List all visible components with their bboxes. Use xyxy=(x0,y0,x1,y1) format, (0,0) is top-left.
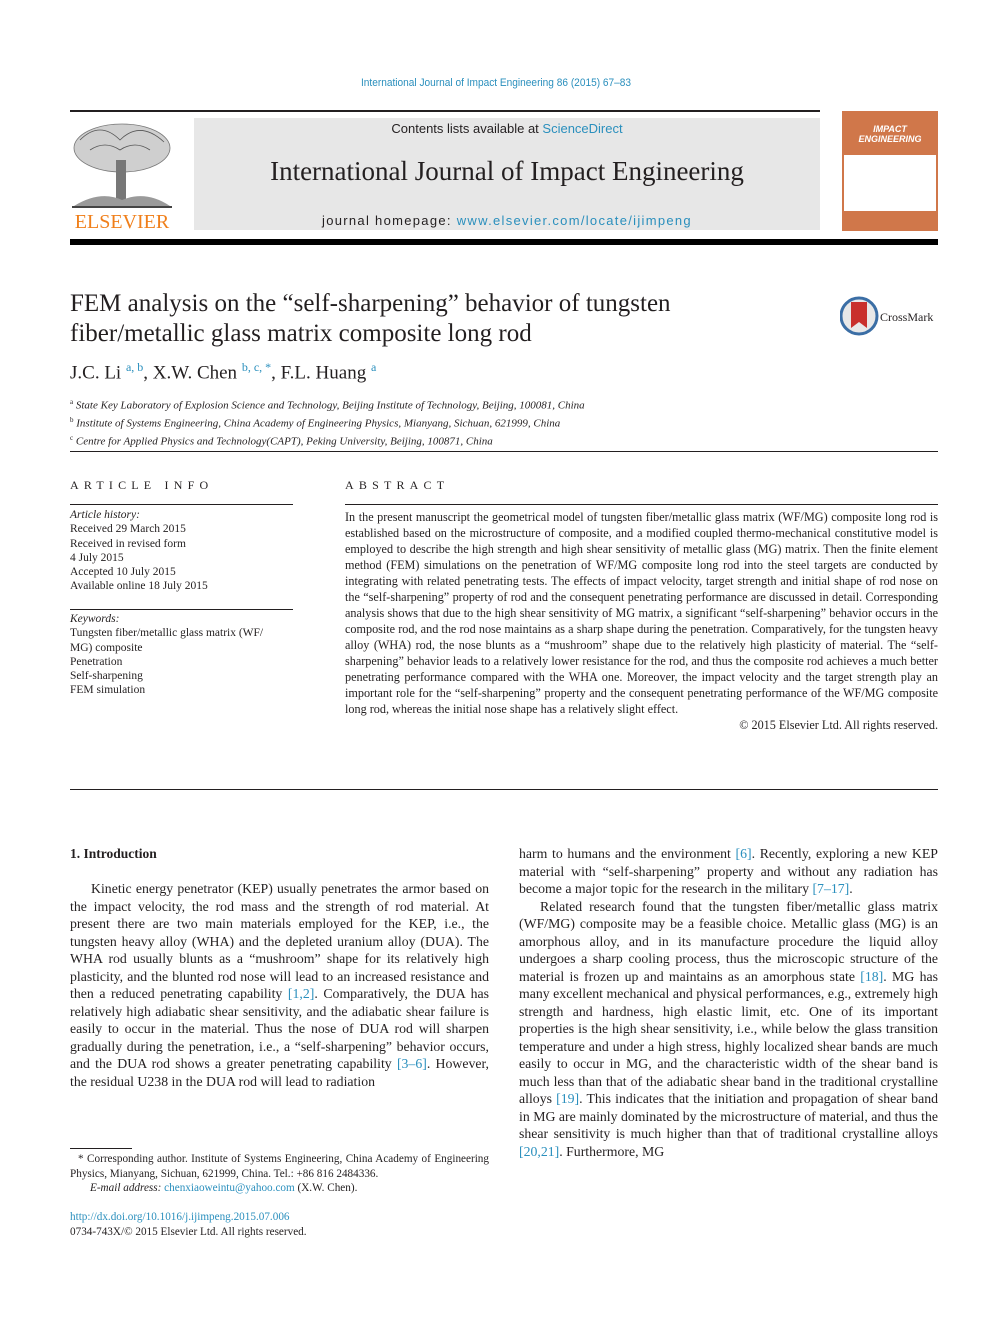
history-item: 4 July 2015 xyxy=(70,551,124,564)
footnote-divider xyxy=(70,1148,132,1149)
journal-title: International Journal of Impact Engineer… xyxy=(270,156,744,186)
section-heading: 1. Introduction xyxy=(70,846,157,861)
divider xyxy=(70,451,938,452)
keywords: Keywords: Tungsten fiber/metallic glass … xyxy=(70,612,295,698)
divider xyxy=(345,504,938,505)
abstract-text: In the present manuscript the geometrica… xyxy=(345,510,938,716)
homepage-link[interactable]: www.elsevier.com/locate/ijimpeng xyxy=(457,213,692,228)
elsevier-tree-icon: ELSEVIER xyxy=(72,123,172,233)
cover-image-area xyxy=(844,155,936,211)
journal-cover-thumbnail[interactable]: IMPACT ENGINEERING xyxy=(842,111,938,231)
keyword: Self-sharpening xyxy=(70,670,143,683)
divider xyxy=(70,609,293,610)
abstract-heading: ABSTRACT xyxy=(345,478,450,492)
crossmark-badge[interactable]: CrossMark xyxy=(839,296,950,336)
email-suffix: (X.W. Chen). xyxy=(294,1182,358,1194)
affiliation-text: Centre for Applied Physics and Technolog… xyxy=(75,435,493,448)
citation-link[interactable]: [18] xyxy=(860,969,883,984)
paragraph: Related research found that the tungsten… xyxy=(519,898,938,1161)
issn-copyright: 0734-743X/© 2015 Elsevier Ltd. All right… xyxy=(70,1226,307,1238)
citation-link[interactable]: [3–6] xyxy=(397,1056,427,1071)
sciencedirect-link[interactable]: ScienceDirect xyxy=(542,121,622,136)
history-item: Available online 18 July 2015 xyxy=(70,580,208,593)
email-label: E-mail address: xyxy=(90,1182,165,1194)
doi-link[interactable]: http://dx.doi.org/10.1016/j.ijimpeng.201… xyxy=(70,1210,307,1225)
author-name[interactable]: X.W. Chen xyxy=(153,362,237,383)
citation-link[interactable]: [1,2] xyxy=(288,986,314,1001)
citation-link[interactable]: [7–17] xyxy=(812,881,849,896)
affiliation-mark: c xyxy=(70,434,74,443)
abstract-copyright: © 2015 Elsevier Ltd. All rights reserved… xyxy=(739,718,938,732)
author-affiliation-marks[interactable]: a xyxy=(371,360,376,374)
history-label: Article history: xyxy=(70,509,140,521)
author-list: J.C. Li a, b, X.W. Chen b, c, *, F.L. Hu… xyxy=(70,360,377,384)
text: . Furthermore, MG xyxy=(559,1143,665,1159)
elsevier-logo[interactable]: ELSEVIER xyxy=(70,120,174,233)
cover-title: IMPACT ENGINEERING xyxy=(858,124,922,144)
text: . This indicates that the initiation and… xyxy=(519,1091,938,1141)
abstract: In the present manuscript the geometrica… xyxy=(345,509,938,733)
affiliation: a State Key Laboratory of Explosion Scie… xyxy=(70,395,585,413)
email-line: E-mail address: chenxiaoweintu@yahoo.com… xyxy=(70,1181,489,1196)
text: . MG has many excellent mechanical and p… xyxy=(519,968,938,1107)
text: harm to humans and the environment xyxy=(519,846,736,861)
keyword: Penetration xyxy=(70,655,123,668)
homepage-line: journal homepage: www.elsevier.com/locat… xyxy=(194,213,820,228)
paragraph: harm to humans and the environment [6]. … xyxy=(519,845,938,898)
citation-link[interactable]: [20,21] xyxy=(519,1144,559,1159)
email-link[interactable]: chenxiaoweintu@yahoo.com xyxy=(164,1182,295,1194)
article-info-heading: ARTICLE INFO xyxy=(70,478,214,492)
author-name[interactable]: F.L. Huang xyxy=(281,362,367,383)
affiliation-mark: a xyxy=(70,398,74,406)
text: Kinetic energy penetrator (KEP) usually … xyxy=(70,881,489,1001)
author-name[interactable]: J.C. Li xyxy=(70,362,121,383)
crossmark-icon xyxy=(839,296,879,336)
article-history: Article history: Received 29 March 2015 … xyxy=(70,508,295,594)
affiliation-list: a State Key Laboratory of Explosion Scie… xyxy=(70,395,585,449)
footnote: * Corresponding author. Institute of Sys… xyxy=(70,1152,489,1196)
contents-line: Contents lists available at ScienceDirec… xyxy=(194,121,820,136)
affiliation: c Centre for Applied Physics and Technol… xyxy=(70,431,585,449)
body-column-right: harm to humans and the environment [6] . … xyxy=(519,845,938,1160)
author-affiliation-marks[interactable]: a, b xyxy=(126,360,143,374)
divider xyxy=(70,504,293,505)
affiliation-text: State Key Laboratory of Explosion Scienc… xyxy=(75,399,585,412)
keyword: Tungsten fiber/metallic glass matrix (WF… xyxy=(70,627,264,640)
keyword: FEM simulation xyxy=(70,684,146,697)
affiliation-text: Institute of Systems Engineering, China … xyxy=(76,417,561,430)
affiliation-mark: b xyxy=(70,416,74,425)
journal-reference[interactable]: International Journal of Impact Engineer… xyxy=(40,77,953,89)
author-affiliation-marks[interactable]: b, c, * xyxy=(242,360,271,374)
citation-link[interactable]: [6] xyxy=(735,846,751,861)
header-divider xyxy=(70,239,938,245)
history-item: Received in revised form xyxy=(70,537,186,550)
crossmark-label: CrossMark xyxy=(880,310,933,324)
corresponding-author-note: * Corresponding author. Institute of Sys… xyxy=(70,1153,489,1180)
body-column-left: Kinetic energy penetrator (KEP) usually … xyxy=(70,880,489,1090)
history-item: Accepted 10 July 2015 xyxy=(70,566,176,579)
paragraph: Kinetic energy penetrator (KEP) usually … xyxy=(70,880,489,1090)
divider xyxy=(70,110,820,112)
doi-block: http://dx.doi.org/10.1016/j.ijimpeng.201… xyxy=(70,1210,307,1240)
citation-link[interactable]: [19] xyxy=(556,1091,579,1106)
text: . xyxy=(849,881,853,896)
affiliation: b Institute of Systems Engineering, Chin… xyxy=(70,413,585,431)
article-title: FEM analysis on the “self-sharpening” be… xyxy=(70,290,671,347)
keywords-label: Keywords: xyxy=(70,613,120,625)
elsevier-wordmark: ELSEVIER xyxy=(75,211,170,232)
contents-prefix: Contents lists available at xyxy=(391,121,543,136)
history-item: Received 29 March 2015 xyxy=(70,523,186,536)
homepage-prefix: journal homepage: xyxy=(322,213,457,228)
divider xyxy=(70,789,938,790)
keyword: MG) composite xyxy=(70,641,143,654)
